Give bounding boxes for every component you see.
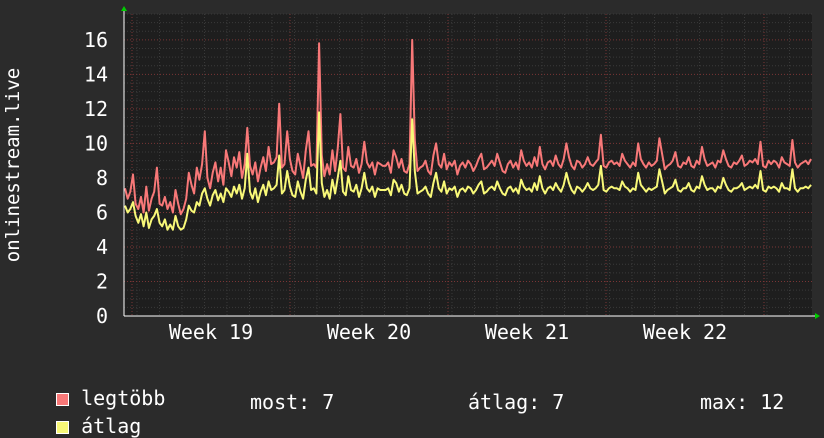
y-tick-label: 0 <box>96 304 108 328</box>
line-chart: 0246810121416 Week 19 Week 20 Week 21 Week … <box>2 6 820 344</box>
y-tick-label: 14 <box>84 62 108 86</box>
y-tick-label: 2 <box>96 269 108 293</box>
y-tick-label: 4 <box>96 235 108 259</box>
y-tick-label: 10 <box>84 131 108 155</box>
x-axis-arrow <box>815 313 820 319</box>
x-tick-label: Week 21 <box>485 320 569 344</box>
y-tick-label: 12 <box>84 97 108 121</box>
x-tick-labels: Week 19 Week 20 Week 21 Week 22 <box>169 320 727 344</box>
x-tick-label: Week 22 <box>643 320 727 344</box>
x-tick-label: Week 19 <box>169 320 253 344</box>
y-tick-labels: 0 2 4 6 8 10 12 14 16 <box>84 28 108 328</box>
y-axis-label: onlinestream.live <box>2 68 24 262</box>
stat-now: most: 7 <box>250 390 335 414</box>
legend-item-avg: átlag <box>32 390 141 438</box>
x-tick-label: Week 20 <box>327 320 411 344</box>
y-tick-label: 8 <box>96 166 108 190</box>
legend-swatch-avg <box>56 421 70 434</box>
y-axis-arrow <box>121 6 127 11</box>
stat-avg: átlag: 7 <box>468 390 565 414</box>
y-tick-label: 16 <box>84 28 108 52</box>
y-tick-label: 6 <box>96 200 108 224</box>
stat-max: max: 12 <box>700 390 785 414</box>
legend-label-avg: átlag <box>81 414 142 438</box>
